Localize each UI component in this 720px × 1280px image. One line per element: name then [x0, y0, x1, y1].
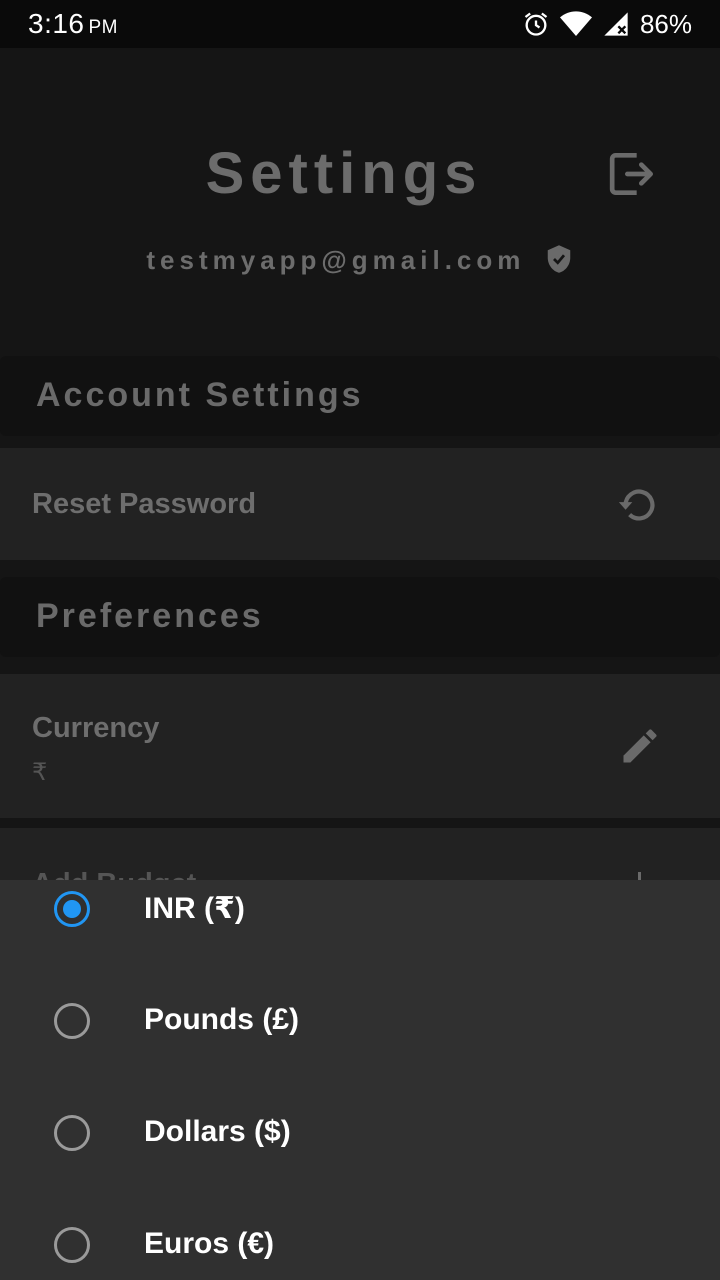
currency-option-label: INR (₹): [144, 892, 245, 925]
currency-option-pounds[interactable]: Pounds (£): [0, 976, 720, 1066]
radio-unselected[interactable]: [54, 1115, 90, 1151]
status-bar: 3:16 PM 86%: [0, 0, 720, 48]
partial-item[interactable]: Add Budget: [0, 828, 720, 900]
section-account-settings: Account Settings: [0, 356, 720, 436]
section-title-preferences: Preferences: [36, 597, 264, 635]
battery-percent: 86%: [639, 8, 692, 39]
logout-icon: [609, 153, 653, 196]
currency-value: ₹: [32, 759, 48, 786]
currency-item[interactable]: Currency ₹: [0, 674, 720, 818]
user-email: testmyapp@gmail.com: [146, 245, 526, 275]
currency-option-inr[interactable]: INR (₹): [0, 880, 720, 954]
reset-password-label: Reset Password: [32, 488, 257, 520]
wifi-icon: [559, 11, 592, 37]
section-title-account: Account Settings: [36, 376, 364, 414]
radio-selected[interactable]: [54, 891, 90, 927]
currency-option-dollars[interactable]: Dollars ($): [0, 1088, 720, 1178]
status-icons: 86%: [522, 8, 692, 40]
radio-unselected[interactable]: [54, 1227, 90, 1263]
cell-signal-icon: [604, 12, 628, 36]
radio-unselected[interactable]: [54, 1003, 90, 1039]
alarm-icon: [524, 12, 548, 36]
section-preferences: Preferences: [0, 577, 720, 657]
verified-shield-icon: [547, 245, 570, 273]
currency-label: Currency: [32, 712, 160, 744]
settings-header: Settings testmyapp@gmail.com: [0, 48, 720, 348]
status-time-value: 3:16: [28, 8, 85, 39]
status-time-ampm: PM: [88, 17, 118, 38]
currency-selection-sheet: INR (₹) Pounds (£) Dollars ($) Euros (€): [0, 880, 720, 1280]
currency-option-label: Pounds (£): [144, 1003, 299, 1036]
logout-button[interactable]: [604, 146, 660, 202]
currency-option-label: Euros (€): [144, 1227, 275, 1260]
edit-pencil-icon[interactable]: [618, 724, 662, 768]
page-title: Settings: [205, 141, 483, 206]
status-time: 3:16 PM: [28, 8, 118, 40]
reset-password-item[interactable]: Reset Password: [0, 448, 720, 560]
reset-icon: [618, 489, 655, 521]
currency-option-label: Dollars ($): [144, 1115, 291, 1148]
currency-option-euros[interactable]: Euros (€): [0, 1200, 720, 1280]
user-email-row: testmyapp@gmail.com: [0, 244, 720, 276]
